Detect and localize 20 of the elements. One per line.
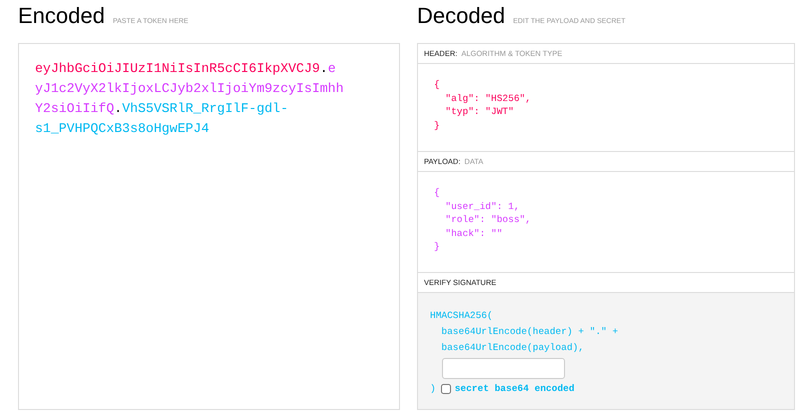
code-line: {: [434, 78, 441, 92]
code-line: base64UrlEncode(header) + "." +: [440, 325, 620, 339]
code-line: "hack": "": [444, 226, 504, 240]
code-line: base64UrlEncode(payload),: [440, 341, 585, 355]
code-line: {: [434, 186, 441, 200]
checkbox-label: secret base64 encoded: [454, 382, 574, 396]
code-line: }: [434, 240, 441, 254]
token-editor[interactable]: eyJhbGciOiJIUzI1NiIsInR5cCI6IkpXVCJ9.eyJ1c2VyX2lkIjoxLCJyb2xlIjoiYm9zcyIsImhhY2siOiIifQ.VhS5VSRlR_RrgIlF-gdl-s1_PVHPQCxB3s8oHgwEPJ4: [18, 43, 400, 410]
secret-checkbox[interactable]: [440, 384, 451, 394]
code-line: "user_id": 1,: [444, 200, 521, 213]
encoded-token: eyJhbGciOiJIUzI1NiIsInR5cCI6IkpXVCJ9.eyJ1c2VyX2lkIjoxLCJyb2xlIjoiYm9zcyIsImhhY2siOiIifQ.VhS5VSRlR_RrgIlF-gdl-s1_PVHPQCxB3s8oHgwEPJ4: [35, 60, 344, 138]
secret-field[interactable]: [442, 358, 565, 379]
code-line: "typ": "JWT": [444, 105, 515, 118]
code-line: "alg": "HS256",: [444, 92, 532, 105]
code-line: ): [430, 382, 436, 396]
section-title: Encoded: [18, 2, 105, 30]
code-line: "role": "boss",: [444, 213, 532, 226]
section-title: Decoded: [417, 2, 506, 30]
code-line: HMACSHA256(: [430, 309, 494, 323]
code-line: }: [434, 118, 441, 132]
